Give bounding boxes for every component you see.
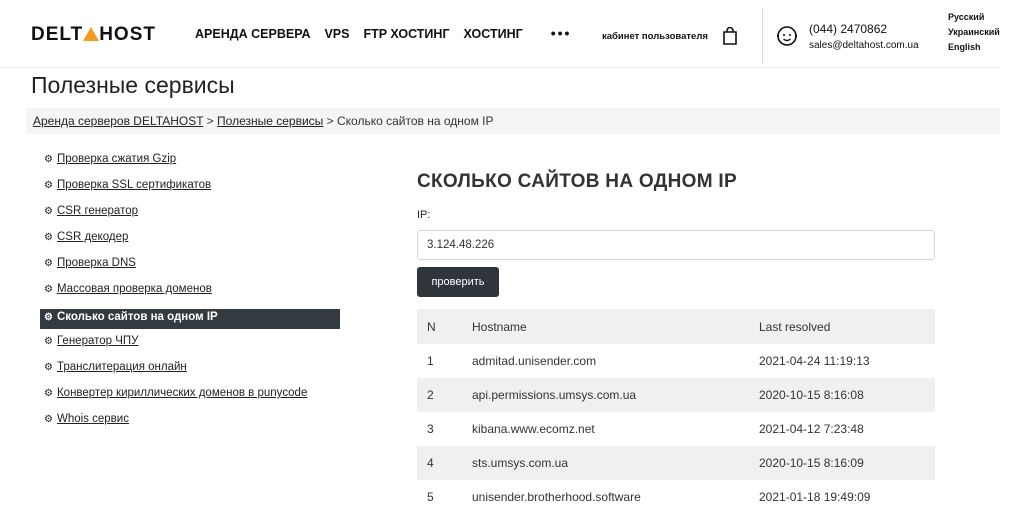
breadcrumb-link-services[interactable]: Полезные сервисы — [217, 114, 323, 128]
ip-input[interactable] — [417, 230, 935, 260]
row-last-resolved: 2020-10-15 8:16:08 — [759, 388, 864, 402]
gear-icon: ⚙ — [44, 284, 53, 295]
row-number: 1 — [427, 354, 434, 368]
sidebar-item-whois[interactable]: ⚙ Whois сервис — [40, 410, 340, 436]
gear-icon: ⚙ — [44, 312, 53, 323]
row-last-resolved: 2021-04-12 7:23:48 — [759, 422, 864, 436]
nav-item-hosting[interactable]: ХОСТИНГ — [464, 27, 523, 43]
logo-triangle-icon — [83, 27, 100, 41]
more-menu-icon[interactable]: ••• — [551, 25, 572, 41]
logo-text-left: DELT — [31, 24, 84, 45]
services-sidebar: ⚙ Проверка сжатия Gzip ⚙ Проверка SSL серт… — [40, 150, 340, 436]
support-headset-icon — [777, 26, 797, 46]
main-nav: АРЕНДА СЕРВЕРА VPS FTP ХОСТИНГ ХОСТИНГ •… — [195, 25, 572, 43]
check-button[interactable]: проверить — [417, 267, 499, 297]
row-last-resolved: 2021-01-18 19:49:09 — [759, 490, 871, 504]
table-row: 4 sts.umsys.com.ua 2020-10-15 8:16:09 — [417, 446, 935, 480]
sidebar-item-csr-generator[interactable]: ⚙ CSR генератор — [40, 202, 340, 228]
table-row: 5 unisender.brotherhood.software 2021-01… — [417, 480, 935, 507]
nav-item-server-rent[interactable]: АРЕНДА СЕРВЕРА — [195, 27, 310, 43]
table-row: 2 api.permissions.umsys.com.ua 2020-10-1… — [417, 378, 935, 412]
shopping-bag-icon[interactable] — [722, 27, 738, 45]
sidebar-item-dns[interactable]: ⚙ Проверка DNS — [40, 254, 340, 280]
site-header: DELT HOST АРЕНДА СЕРВЕРА VPS FTP ХОСТИНГ … — [0, 0, 1024, 68]
gear-icon: ⚙ — [44, 258, 53, 269]
row-hostname: sts.umsys.com.ua — [472, 456, 569, 470]
breadcrumb-link-home[interactable]: Аренда серверов DELTAHOST — [33, 114, 203, 128]
gear-icon: ⚙ — [44, 336, 53, 347]
page-title: Полезные сервисы — [31, 72, 235, 98]
sidebar-item-csr-decoder[interactable]: ⚙ CSR декодер — [40, 228, 340, 254]
sidebar-item-ssl[interactable]: ⚙ Проверка SSL сертификатов — [40, 176, 340, 202]
table-row: 3 kibana.www.ecomz.net 2021-04-12 7:23:4… — [417, 412, 935, 446]
row-hostname: kibana.www.ecomz.net — [472, 422, 595, 436]
column-header-n: N — [427, 319, 436, 334]
gear-icon: ⚙ — [44, 388, 53, 399]
header-divider — [762, 8, 763, 64]
ip-label: IP: — [417, 209, 431, 221]
lang-english[interactable]: English — [948, 40, 1000, 55]
row-hostname: api.permissions.umsys.com.ua — [472, 388, 637, 402]
breadcrumb-separator: > — [326, 114, 334, 128]
gear-icon: ⚙ — [44, 180, 53, 191]
gear-icon: ⚙ — [44, 362, 53, 373]
column-header-hostname: Hostname — [472, 319, 527, 334]
row-number: 5 — [427, 490, 434, 504]
breadcrumb-separator: > — [206, 114, 214, 128]
results-table: N Hostname Last resolved 1 admitad.unise… — [417, 309, 935, 507]
row-hostname: admitad.unisender.com — [472, 354, 597, 368]
sidebar-item-bulk-domains[interactable]: ⚙ Массовая проверка доменов — [40, 280, 340, 306]
row-number: 4 — [427, 456, 434, 470]
column-header-last-resolved: Last resolved — [759, 319, 831, 334]
sidebar-item-transliteration[interactable]: ⚙ Транслитерация онлайн — [40, 358, 340, 384]
header-bottom-border — [0, 67, 1000, 68]
gear-icon: ⚙ — [44, 414, 53, 425]
row-last-resolved: 2020-10-15 8:16:09 — [759, 456, 864, 470]
breadcrumb: Аренда серверов DELTAHOST > Полезные сер… — [26, 108, 1000, 134]
language-switcher: Русский Украинский English — [948, 10, 1000, 55]
gear-icon: ⚙ — [44, 232, 53, 243]
sidebar-item-sites-on-ip[interactable]: ⚙ Сколько сайтов на одном IP — [40, 309, 340, 329]
sidebar-item-gzip[interactable]: ⚙ Проверка сжатия Gzip — [40, 150, 340, 176]
email-link[interactable]: sales@deltahost.com.ua — [809, 40, 919, 51]
row-number: 3 — [427, 422, 434, 436]
sidebar-item-slug-generator[interactable]: ⚙ Генератор ЧПУ — [40, 332, 340, 358]
phone-number[interactable]: (044) 2470862 — [809, 22, 887, 36]
lang-ukrainian[interactable]: Украинский — [948, 25, 1000, 40]
lang-russian[interactable]: Русский — [948, 10, 1000, 25]
user-cabinet-link[interactable]: кабинет пользователя — [602, 31, 708, 42]
tool-title: СКОЛЬКО САЙТОВ НА ОДНОМ IP — [417, 171, 737, 192]
row-hostname: unisender.brotherhood.software — [472, 490, 641, 504]
gear-icon: ⚙ — [44, 154, 53, 165]
logo-text-right: HOST — [99, 24, 156, 45]
row-number: 2 — [427, 388, 434, 402]
table-header-row: N Hostname Last resolved — [417, 309, 935, 344]
breadcrumb-current: Сколько сайтов на одном IP — [337, 114, 494, 128]
table-row: 1 admitad.unisender.com 2021-04-24 11:19… — [417, 344, 935, 378]
logo[interactable]: DELT HOST — [31, 24, 156, 46]
gear-icon: ⚙ — [44, 206, 53, 217]
nav-item-ftp-hosting[interactable]: FTP ХОСТИНГ — [363, 27, 449, 43]
nav-item-vps[interactable]: VPS — [324, 27, 349, 43]
sidebar-item-punycode[interactable]: ⚙ Конвертер кириллических доменов в punyc… — [40, 384, 340, 410]
row-last-resolved: 2021-04-24 11:19:13 — [759, 354, 870, 368]
